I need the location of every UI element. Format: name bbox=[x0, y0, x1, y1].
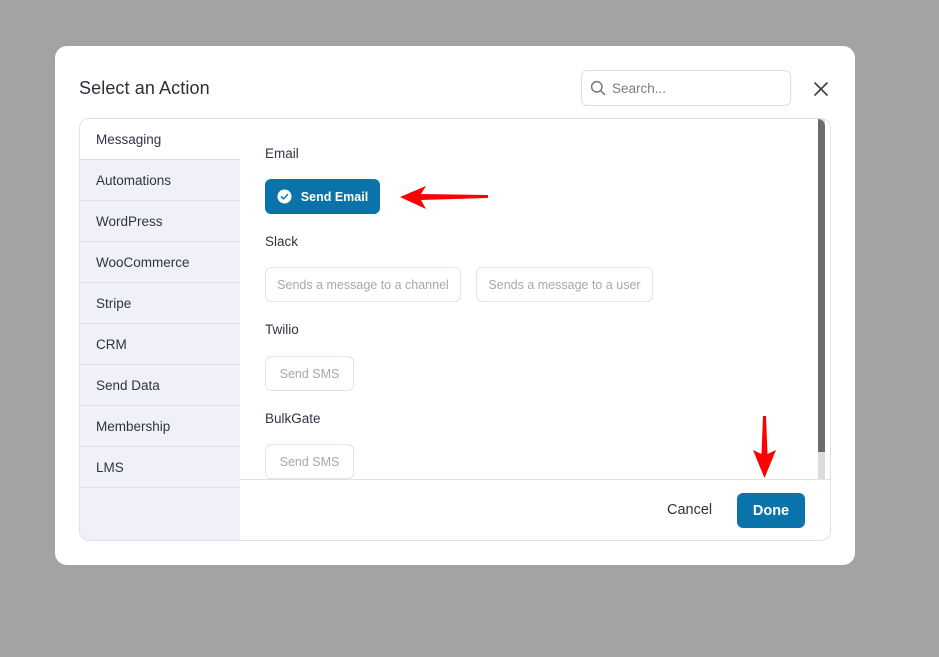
sidebar-item-send-data[interactable]: Send Data bbox=[80, 365, 240, 406]
sidebar-item-label: Stripe bbox=[96, 295, 132, 311]
modal-title: Select an Action bbox=[79, 78, 210, 98]
action-label: Send SMS bbox=[279, 366, 340, 381]
category-sidebar: Messaging Automations WordPress WooComme… bbox=[80, 119, 240, 540]
scrollbar-thumb[interactable] bbox=[818, 119, 825, 452]
sidebar-item-automations[interactable]: Automations bbox=[80, 160, 240, 201]
bulkgate-send-sms-button[interactable]: Send SMS bbox=[265, 444, 354, 479]
done-button[interactable]: Done bbox=[737, 493, 805, 528]
action-label: Sends a message to a channel bbox=[277, 277, 449, 292]
sidebar-item-label: WooCommerce bbox=[96, 254, 190, 270]
group-label-email: Email bbox=[265, 146, 299, 161]
twilio-send-sms-button[interactable]: Send SMS bbox=[265, 356, 354, 391]
sidebar-item-messaging[interactable]: Messaging bbox=[80, 119, 240, 160]
sidebar-item-label: Messaging bbox=[96, 131, 162, 147]
search-input[interactable] bbox=[612, 80, 772, 96]
sidebar-item-membership[interactable]: Membership bbox=[80, 406, 240, 447]
sidebar-item-lms[interactable]: LMS bbox=[80, 447, 240, 488]
group-label-twilio: Twilio bbox=[265, 322, 299, 337]
sidebar-item-label: Membership bbox=[96, 418, 171, 434]
select-action-modal: Select an Action Messaging Automations W… bbox=[55, 46, 855, 565]
sidebar-item-wordpress[interactable]: WordPress bbox=[80, 201, 240, 242]
action-label: Send SMS bbox=[279, 454, 340, 469]
close-button[interactable] bbox=[811, 79, 831, 99]
group-label-bulkgate: BulkGate bbox=[265, 411, 321, 426]
sidebar-item-crm[interactable]: CRM bbox=[80, 324, 240, 365]
modal-footer: Cancel Done bbox=[240, 479, 830, 540]
action-label: Sends a message to a user bbox=[488, 277, 641, 292]
send-email-button[interactable]: Send Email bbox=[265, 179, 380, 214]
slack-message-user-button[interactable]: Sends a message to a user bbox=[476, 267, 653, 302]
action-panel: Messaging Automations WordPress WooComme… bbox=[79, 118, 831, 541]
sidebar-item-label: WordPress bbox=[96, 213, 163, 229]
group-label-slack: Slack bbox=[265, 234, 299, 249]
sidebar-item-label: LMS bbox=[96, 459, 124, 475]
cancel-button[interactable]: Cancel bbox=[667, 502, 712, 518]
sidebar-item-label: Automations bbox=[96, 172, 172, 188]
action-label: Send Email bbox=[300, 189, 369, 204]
sidebar-item-woocommerce[interactable]: WooCommerce bbox=[80, 242, 240, 283]
sidebar-item-stripe[interactable]: Stripe bbox=[80, 283, 240, 324]
slack-message-channel-button[interactable]: Sends a message to a channel bbox=[265, 267, 461, 302]
close-icon bbox=[814, 82, 828, 96]
actions-content: Email Send Email Slack Sends a message t… bbox=[240, 119, 825, 479]
check-circle-icon bbox=[277, 189, 292, 204]
sidebar-item-label: CRM bbox=[96, 336, 127, 352]
search-box[interactable] bbox=[581, 70, 791, 106]
sidebar-item-label: Send Data bbox=[96, 377, 160, 393]
search-icon bbox=[590, 80, 606, 96]
